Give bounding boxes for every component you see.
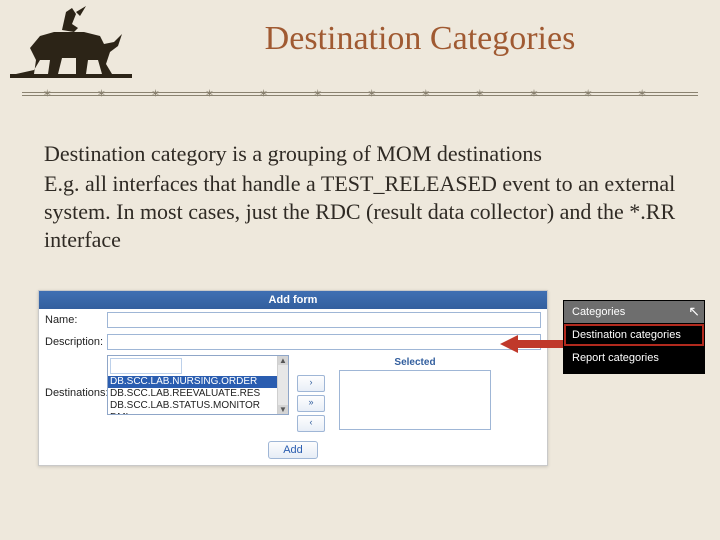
body-text: Destination category is a grouping of MO…: [44, 140, 676, 257]
description-row: Description:: [39, 331, 547, 353]
form-footer: Add: [39, 438, 547, 465]
destinations-row: Destinations: DB.SCC.LAB.NURSING.ORDER D…: [39, 353, 547, 438]
add-form-window: Add form Name: Description: Destinations…: [38, 290, 548, 466]
destinations-listbox[interactable]: DB.SCC.LAB.NURSING.ORDER DB.SCC.LAB.REEV…: [107, 355, 289, 415]
slide-title: Destination Categories: [150, 20, 690, 58]
selected-header: Selected: [339, 357, 491, 368]
menu-item-label: Destination categories: [572, 329, 681, 341]
list-item[interactable]: DMI: [108, 412, 278, 415]
form-titlebar: Add form: [39, 291, 547, 309]
body-line-1: Destination category is a grouping of MO…: [44, 140, 676, 168]
context-menu: Categories ↖ Destination categories Repo…: [563, 300, 705, 374]
horse-rider-icon: [6, 2, 136, 87]
cursor-icon: ↖: [688, 303, 700, 320]
transfer-buttons: › » ‹: [297, 375, 325, 432]
slide: ✶ ✶ ✶ ✶ ✶ ✶ ✶ ✶ ✶ ✶ ✶ ✶ Destination Cate…: [0, 0, 720, 540]
list-item[interactable]: DB.SCC.LAB.NURSING.ORDER: [108, 376, 278, 388]
add-button[interactable]: Add: [268, 441, 318, 459]
move-left-button[interactable]: ‹: [297, 415, 325, 432]
menu-item-label: Report categories: [572, 352, 659, 364]
name-input[interactable]: [107, 312, 541, 328]
list-filter-input[interactable]: [110, 358, 182, 374]
menu-item-categories[interactable]: Categories ↖: [564, 301, 704, 323]
list-items: DB.SCC.LAB.NURSING.ORDER DB.SCC.LAB.REEV…: [108, 376, 278, 415]
list-item[interactable]: DB.SCC.LAB.STATUS.MONITOR: [108, 400, 278, 412]
description-label: Description:: [45, 334, 107, 348]
move-all-right-button[interactable]: »: [297, 395, 325, 412]
destinations-label: Destinations:: [45, 355, 107, 399]
menu-item-report-categories[interactable]: Report categories: [564, 347, 704, 369]
name-row: Name:: [39, 309, 547, 331]
move-right-button[interactable]: ›: [297, 375, 325, 392]
list-item[interactable]: DB.SCC.LAB.REEVALUATE.RES: [108, 388, 278, 400]
selected-listbox[interactable]: [339, 370, 491, 430]
list-scrollbar[interactable]: ▲ ▼: [277, 356, 288, 414]
scroll-down-icon[interactable]: ▼: [278, 405, 288, 414]
body-line-2: E.g. all interfaces that handle a TEST_R…: [44, 170, 676, 254]
description-input[interactable]: [107, 334, 541, 350]
scroll-up-icon[interactable]: ▲: [278, 356, 288, 365]
barbed-wire-divider: ✶ ✶ ✶ ✶ ✶ ✶ ✶ ✶ ✶ ✶ ✶ ✶: [22, 86, 698, 102]
menu-item-label: Categories: [572, 306, 625, 318]
menu-item-destination-categories[interactable]: Destination categories: [564, 324, 704, 346]
available-destinations-col: DB.SCC.LAB.NURSING.ORDER DB.SCC.LAB.REEV…: [107, 355, 289, 415]
selected-destinations-col: Selected: [339, 357, 491, 430]
name-label: Name:: [45, 312, 107, 326]
